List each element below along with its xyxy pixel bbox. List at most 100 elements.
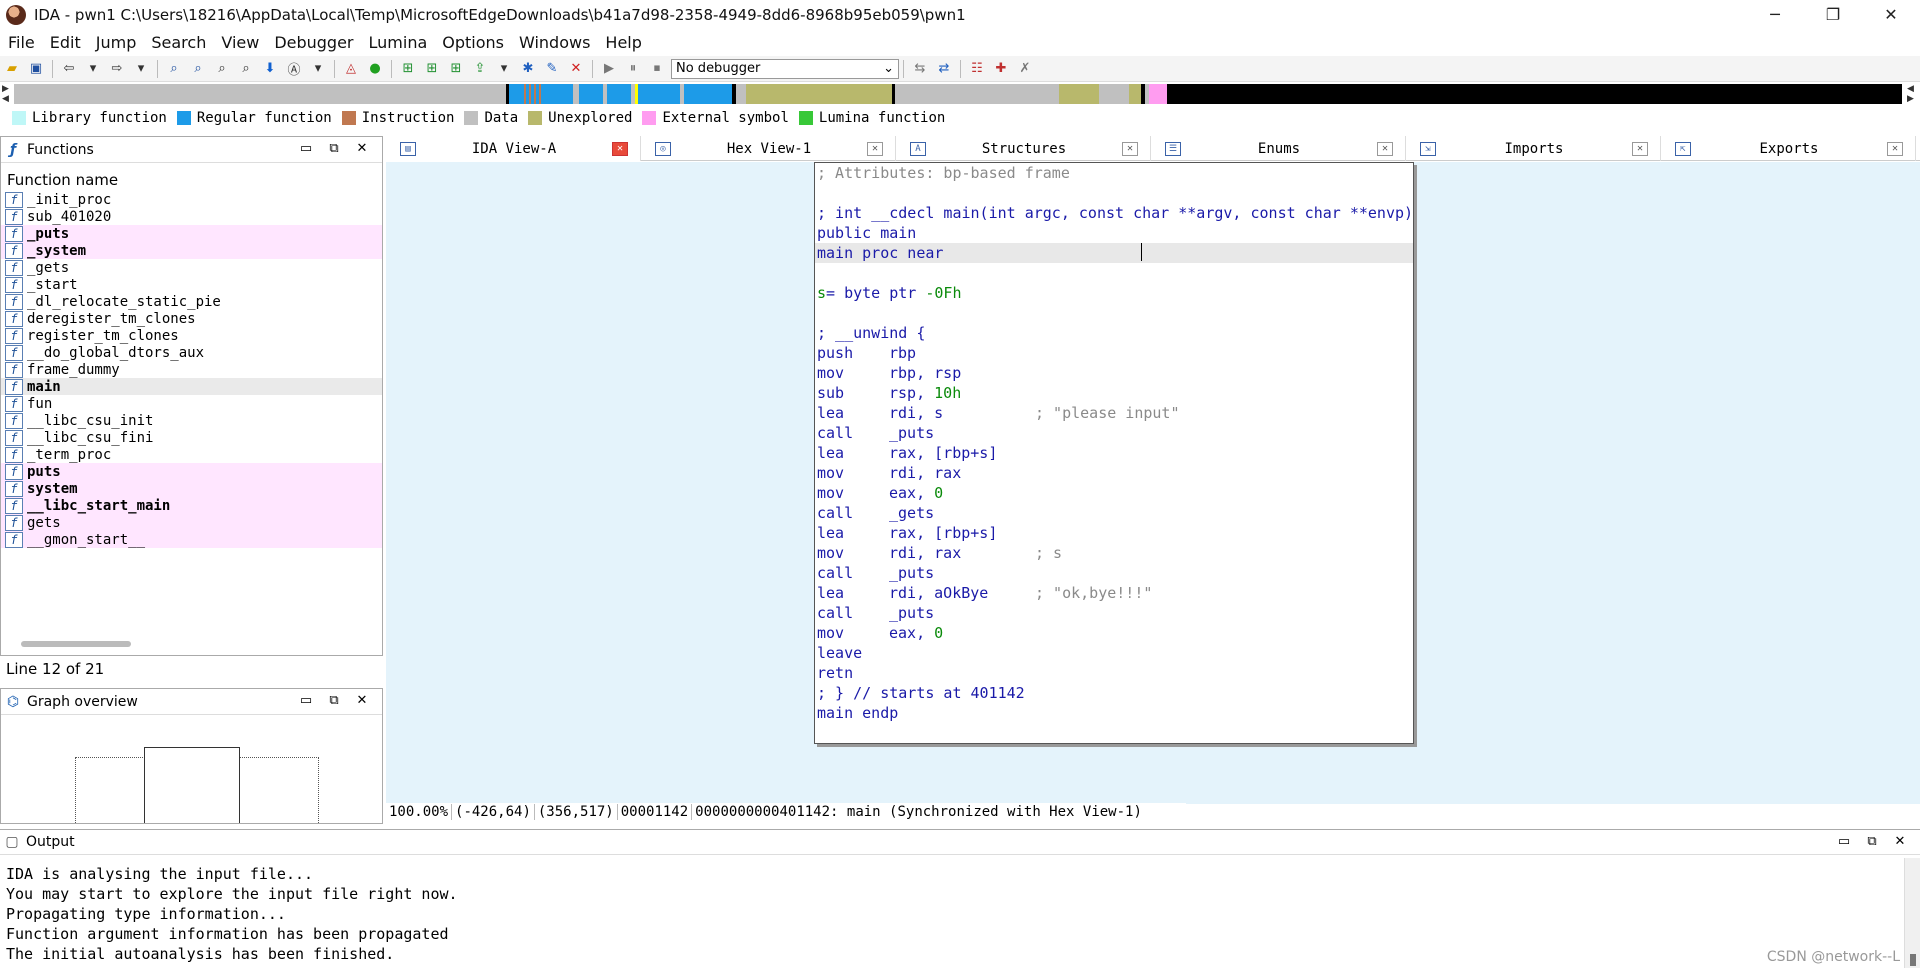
back-dropdown-icon[interactable]: ▾ [83,59,103,79]
function-row[interactable]: f __do_global_dtors_aux [1,344,382,361]
edit-icon[interactable]: ✎ [542,59,562,79]
tab-hex-view-1[interactable]: ◎ Hex View-1 ✕ [641,136,896,161]
close-tab-icon[interactable]: ✕ [1632,141,1648,156]
code-line-instruction[interactable]: push rbp [815,343,1413,363]
menu-jump[interactable]: Jump [88,33,144,52]
close-tab-icon[interactable]: ✕ [1377,141,1393,156]
menu-view[interactable]: View [213,33,266,52]
code-line-instruction[interactable]: call _puts [815,423,1413,443]
stop-icon[interactable]: ⏹ [647,59,667,79]
sync-icon[interactable]: ⇄ [934,59,954,79]
delete-breakpoint-icon[interactable]: ✗ [1015,59,1035,79]
search-text-icon[interactable]: ⌕ [188,59,208,79]
plugin-icon[interactable]: ⇪ [470,59,490,79]
menu-file[interactable]: File [0,33,42,52]
add-breakpoint-icon[interactable]: ✚ [991,59,1011,79]
text-dropdown-icon[interactable]: ▾ [308,59,328,79]
function-row[interactable]: f _term_proc [1,446,382,463]
menu-windows[interactable]: Windows [511,33,597,52]
navigation-band[interactable] [14,84,1902,104]
plugin-dropdown-icon[interactable]: ▾ [494,59,514,79]
code-line-prototype[interactable]: ; int __cdecl main(int argc, const char … [815,203,1413,223]
float-icon[interactable]: ⧉ [320,141,348,156]
graph-overview-canvas[interactable] [1,717,382,823]
add-enum-icon[interactable]: ⊞ [446,59,466,79]
code-line-instruction[interactable]: sub rsp, 10h [815,383,1413,403]
code-line-proc[interactable]: main proc near [815,243,1413,263]
close-tab-icon[interactable]: ✕ [1887,141,1903,156]
maximize-icon[interactable]: ▭ [1830,834,1858,849]
function-row[interactable]: f frame_dummy [1,361,382,378]
code-line-unwind[interactable]: ; __unwind { [815,323,1413,343]
patch-icon[interactable]: ✱ [518,59,538,79]
function-row[interactable]: f gets [1,514,382,531]
save-icon[interactable]: ▣ [26,59,46,79]
function-row[interactable]: f __gmon_start__ [1,531,382,548]
search-binary-icon[interactable]: ⌕ [164,59,184,79]
menu-options[interactable]: Options [434,33,511,52]
code-line-instruction[interactable]: lea rax, [rbp+s] [815,523,1413,543]
code-line-instruction[interactable]: mov eax, 0 [815,623,1413,643]
function-row[interactable]: f fun [1,395,382,412]
float-icon[interactable]: ⧉ [320,693,348,708]
function-row[interactable]: f __libc_csu_init [1,412,382,429]
breakpoint-list-icon[interactable]: ☷ [967,59,987,79]
menu-search[interactable]: Search [143,33,213,52]
pause-icon[interactable]: ⏸ [623,59,643,79]
forward-dropdown-icon[interactable]: ▾ [131,59,151,79]
tab-imports[interactable]: ⇲ Imports ✕ [1406,136,1661,161]
function-row[interactable]: f __libc_csu_fini [1,429,382,446]
function-row[interactable]: f register_tm_clones [1,327,382,344]
tab-ida-view-a[interactable]: ▤ IDA View-A ✕ [386,136,641,161]
function-row[interactable]: f sub_401020 [1,208,382,225]
code-line-instruction[interactable]: lea rdi, aOkBye ; "ok,bye!!!" [815,583,1413,603]
code-line-instruction[interactable]: mov rbp, rsp [815,363,1413,383]
open-icon[interactable]: ▰ [2,59,22,79]
function-row[interactable]: f _gets [1,259,382,276]
minimize-button[interactable]: ─ [1746,0,1804,29]
code-line-instruction[interactable]: retn [815,663,1413,683]
menu-edit[interactable]: Edit [42,33,88,52]
forward-icon[interactable]: ⇨ [107,59,127,79]
function-row[interactable]: f _dl_relocate_static_pie [1,293,382,310]
add-struct-icon[interactable]: ⊞ [422,59,442,79]
function-row[interactable]: f _puts [1,225,382,242]
debugger-select[interactable]: No debugger ⌄ [671,58,899,79]
function-row[interactable]: f _init_proc [1,191,382,208]
code-line-end-unwind[interactable]: ; } // starts at 401142 [815,683,1413,703]
close-button[interactable]: ✕ [1862,0,1920,29]
close-tab-icon[interactable]: ✕ [1122,141,1138,156]
code-line-instruction[interactable]: lea rax, [rbp+s] [815,443,1413,463]
code-line-var[interactable]: s= byte ptr -0Fh [815,283,1413,303]
vertical-scrollbar[interactable] [1904,858,1920,968]
jump-down-icon[interactable]: ⬇ [260,59,280,79]
menu-help[interactable]: Help [597,33,648,52]
code-line-instruction[interactable]: mov rdi, rax ; s [815,543,1413,563]
run-circle-icon[interactable]: ● [365,59,385,79]
maximize-icon[interactable]: ▭ [292,141,320,156]
code-line-instruction[interactable]: mov eax, 0 [815,483,1413,503]
add-segment-icon[interactable]: ⊞ [398,59,418,79]
function-name-column-header[interactable]: Function name [1,163,382,191]
code-line-attributes[interactable]: ; Attributes: bp-based frame [815,163,1413,183]
restore-button[interactable]: ❐ [1804,0,1862,29]
text-icon[interactable]: Ⓐ [284,59,304,79]
function-row[interactable]: f _start [1,276,382,293]
tab-exports[interactable]: ⇱ Exports ✕ [1661,136,1916,161]
delete-icon[interactable]: ✕ [566,59,586,79]
tab-enums[interactable]: ☰ Enums ✕ [1151,136,1406,161]
code-line-endp[interactable]: main endp [815,703,1413,723]
output-text[interactable]: IDA is analysing the input file... You m… [0,858,1900,968]
ida-view-graph[interactable]: ; Attributes: bp-based frame ; int __cde… [386,162,1920,804]
code-line-instruction[interactable]: mov rdi, rax [815,463,1413,483]
code-line-instruction[interactable]: lea rdi, s ; "please input" [815,403,1413,423]
attach-icon[interactable]: ⇆ [910,59,930,79]
back-icon[interactable]: ⇦ [59,59,79,79]
code-block[interactable]: ; Attributes: bp-based frame ; int __cde… [814,162,1414,744]
code-line-instruction[interactable]: call _puts [815,563,1413,583]
graph-icon[interactable]: ◬ [341,59,361,79]
code-line-instruction[interactable]: call _gets [815,503,1413,523]
close-icon[interactable]: ✕ [1886,834,1914,849]
close-tab-icon[interactable]: ✕ [867,141,883,156]
horizontal-scrollbar[interactable] [21,641,131,647]
